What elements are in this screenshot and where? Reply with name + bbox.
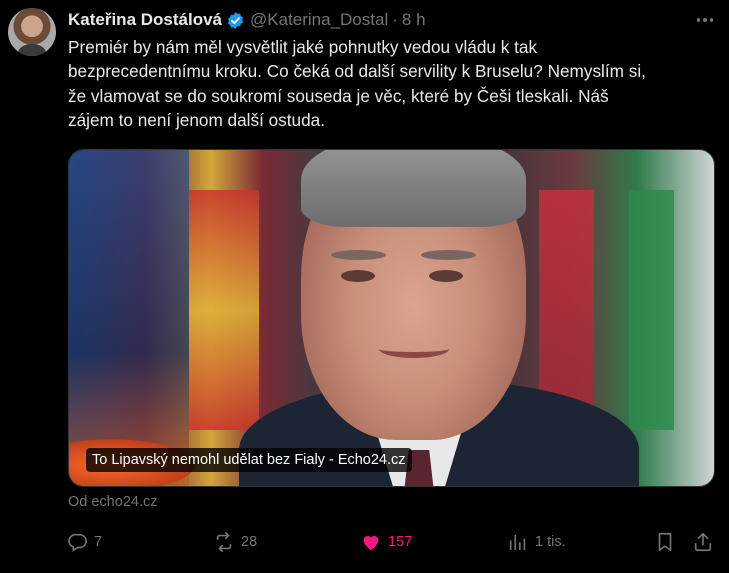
like-count: 157 [388, 534, 413, 550]
card-image [69, 150, 714, 486]
bookmark-button[interactable] [654, 526, 676, 558]
views-count: 1 tis. [535, 534, 566, 550]
reply-icon [68, 533, 87, 552]
reply-button[interactable]: 7 [66, 526, 102, 558]
heart-icon [363, 536, 379, 551]
verified-badge-icon[interactable] [226, 11, 245, 30]
share-icon [694, 532, 712, 552]
bookmark-icon [658, 532, 672, 552]
author-avatar[interactable] [8, 8, 56, 56]
tweet-actions: 7 28 157 1 tis. [60, 526, 720, 558]
share-button[interactable] [692, 526, 714, 558]
card-source[interactable]: Od echo24.cz [68, 494, 157, 510]
link-card[interactable]: To Lipavský nemohl udělat bez Fialy - Ec… [68, 149, 715, 487]
author-name[interactable]: Kateřina Dostálová [68, 10, 222, 30]
views-button[interactable]: 1 tis. [507, 526, 566, 558]
tweet-timestamp[interactable]: 8 h [402, 10, 426, 30]
views-icon [509, 534, 526, 551]
separator-dot: · [392, 10, 398, 29]
retweet-icon [216, 532, 232, 552]
card-title[interactable]: To Lipavský nemohl udělat bez Fialy - Ec… [86, 448, 412, 472]
tweet-header: Kateřina Dostálová @Katerina_Dostal · 8 … [68, 9, 426, 31]
more-icon[interactable] [695, 10, 715, 30]
like-button[interactable]: 157 [360, 526, 412, 558]
retweet-button[interactable]: 28 [213, 526, 257, 558]
retweet-count: 28 [241, 534, 258, 550]
author-handle[interactable]: @Katerina_Dostal [250, 10, 388, 30]
tweet-text: Premiér by nám měl vysvětlit jaké pohnut… [68, 37, 646, 130]
reply-count: 7 [94, 534, 103, 550]
